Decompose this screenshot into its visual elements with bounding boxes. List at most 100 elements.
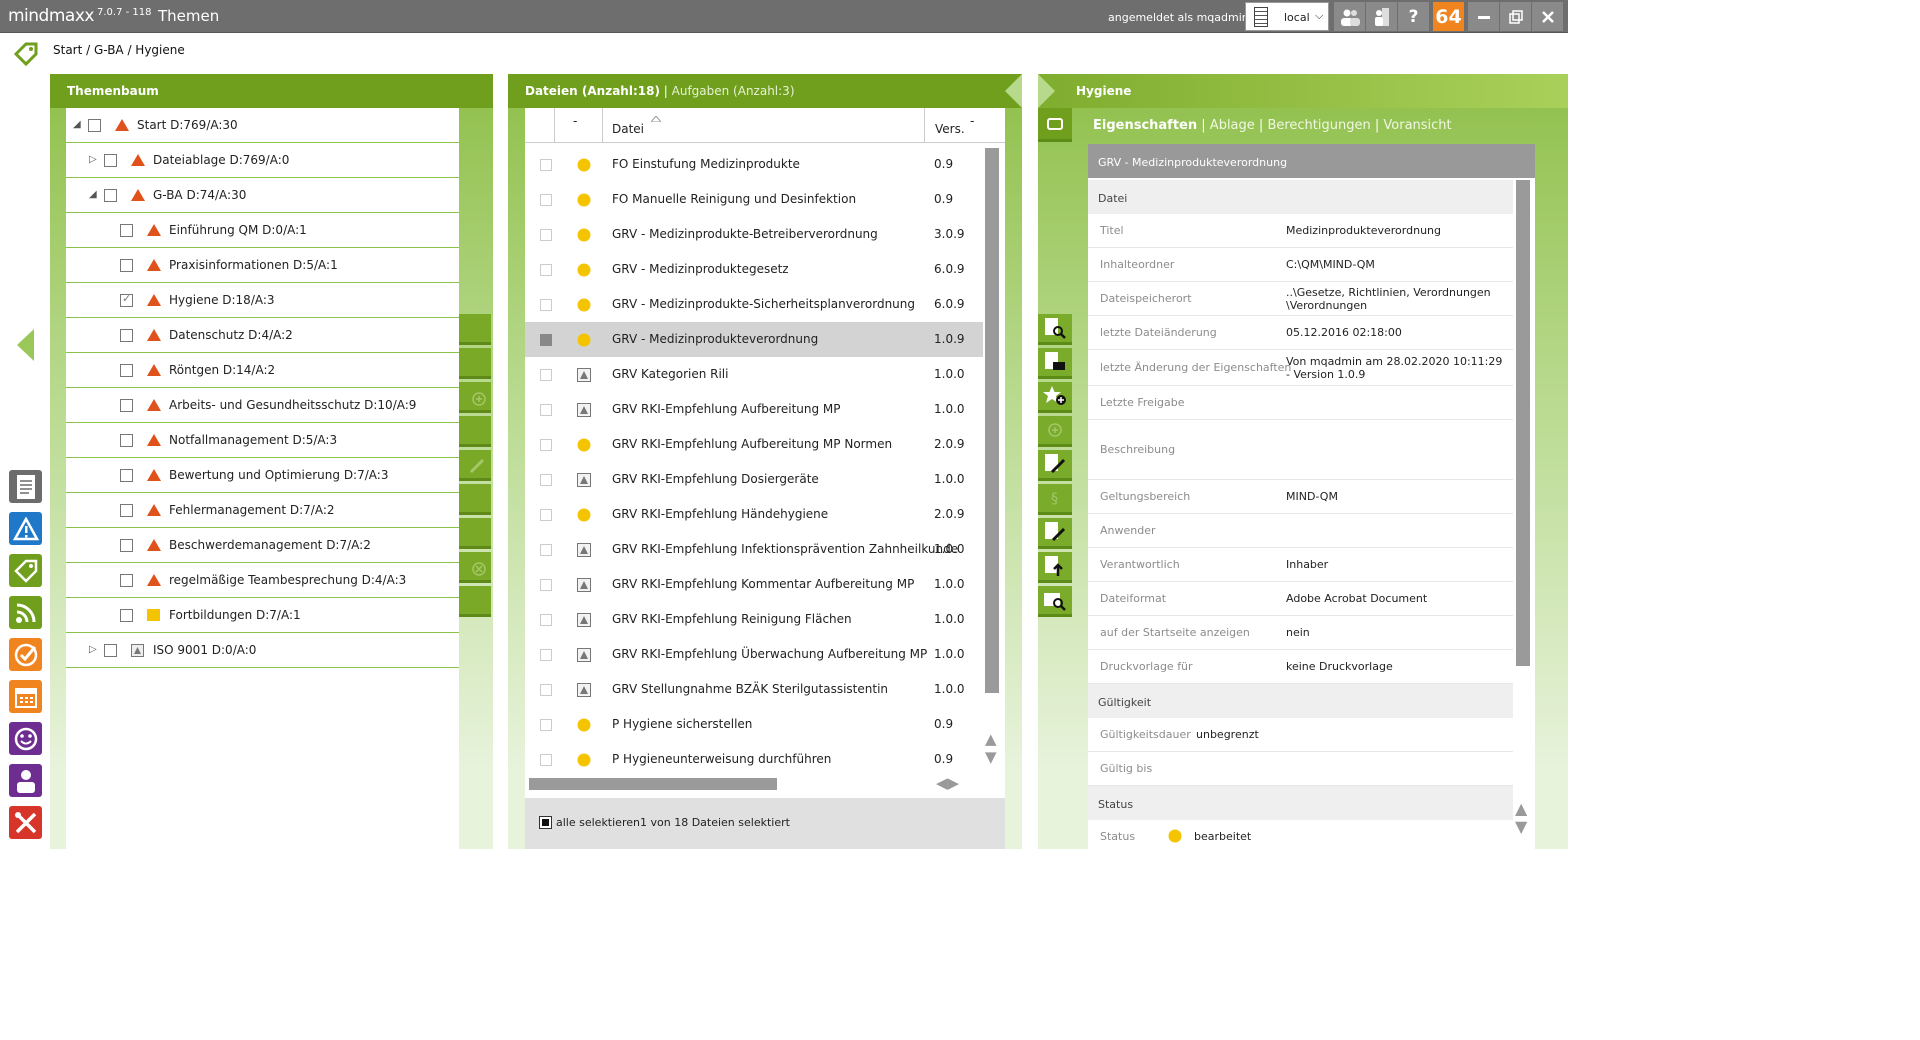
tree-action-2[interactable] <box>459 348 491 379</box>
properties-scroll-arrows-icon[interactable]: ▲ ▼ <box>1515 800 1527 836</box>
scroll-leftright-icon[interactable]: ◀▶ <box>936 774 959 792</box>
file-row-checkbox[interactable] <box>540 544 552 556</box>
documents-nav-button[interactable] <box>9 470 42 503</box>
tree-node[interactable]: Fehlermanagement D:7/A:2 <box>66 493 459 528</box>
properties-scrollbar[interactable] <box>1516 180 1530 666</box>
file-row-checkbox[interactable] <box>540 649 552 661</box>
tree-node-checkbox[interactable] <box>120 609 133 622</box>
topics-nav-button[interactable] <box>9 554 42 587</box>
tree-node[interactable]: ◢ Start D:769/A:30 <box>66 108 459 143</box>
users-button[interactable] <box>1334 2 1365 31</box>
collapse-arrow-icon[interactable] <box>17 329 34 361</box>
file-row[interactable]: P Hygiene sicherstellen 0.9 <box>525 707 983 742</box>
file-row-checkbox[interactable] <box>540 159 552 171</box>
tree-node[interactable]: Röntgen D:14/A:2 <box>66 353 459 388</box>
restore-button[interactable] <box>1500 2 1531 31</box>
tree-edit-button[interactable] <box>459 450 491 481</box>
file-row-checkbox[interactable] <box>540 229 552 241</box>
file-row-checkbox[interactable] <box>540 719 552 731</box>
notification-badge[interactable]: 64 <box>1433 2 1464 31</box>
tree-node[interactable]: Praxisinformationen D:5/A:1 <box>66 248 459 283</box>
file-row[interactable]: GRV RKI-Empfehlung Reinigung Flächen 1.0… <box>525 602 983 637</box>
tree-node-checkbox[interactable] <box>104 189 117 202</box>
scroll-updown-icon[interactable]: ▲ ▼ <box>985 730 997 766</box>
tree-node[interactable]: Hygiene D:18/A:3 <box>66 283 459 318</box>
tab-tasks[interactable]: Aufgaben (Anzahl:3) <box>672 84 795 98</box>
close-button[interactable] <box>1532 2 1563 31</box>
file-row[interactable]: GRV RKI-Empfehlung Händehygiene 2.0.9 <box>525 497 983 532</box>
warnings-nav-button[interactable] <box>9 512 42 545</box>
file-row[interactable]: GRV RKI-Empfehlung Dosiergeräte 1.0.0 <box>525 462 983 497</box>
tree-node[interactable]: ▷ ISO 9001 D:0/A:0 <box>66 633 459 668</box>
file-row[interactable]: GRV - Medizinprodukte-Sicherheitsplanver… <box>525 287 983 322</box>
file-row[interactable]: P Hygieneunterweisung durchführen 0.9 <box>525 742 983 777</box>
tree-node[interactable]: Datenschutz D:4/A:2 <box>66 318 459 353</box>
tab-ablage[interactable]: Ablage <box>1210 118 1255 133</box>
file-row[interactable]: FO Manuelle Reinigung und Desinfektion 0… <box>525 182 983 217</box>
select-all-label[interactable]: alle selektieren <box>556 816 640 829</box>
tree-node[interactable]: Beschwerdemanagement D:7/A:2 <box>66 528 459 563</box>
help-button[interactable]: ? <box>1398 2 1429 31</box>
file-row-checkbox[interactable] <box>540 579 552 591</box>
tree-node-checkbox[interactable] <box>120 259 133 272</box>
collapse-icon[interactable]: ◢ <box>89 189 97 200</box>
file-row-checkbox[interactable] <box>540 474 552 486</box>
file-row[interactable]: GRV Kategorien Rili 1.0.0 <box>525 357 983 392</box>
feedback-nav-button[interactable] <box>9 722 42 755</box>
file-row-checkbox[interactable] <box>540 439 552 451</box>
tree-node[interactable]: ◢ G-BA D:74/A:30 <box>66 178 459 213</box>
tree-node-checkbox[interactable] <box>120 292 133 307</box>
doc-write-button[interactable] <box>1038 518 1072 549</box>
file-row[interactable]: GRV - Medizinproduktegesetz 6.0.9 <box>525 252 983 287</box>
favorite-add-button[interactable] <box>1038 382 1072 413</box>
users-nav-button[interactable] <box>9 764 42 797</box>
file-row-checkbox[interactable] <box>540 264 552 276</box>
tree-node[interactable]: ▷ Dateiablage D:769/A:0 <box>66 143 459 178</box>
tree-node[interactable]: Bewertung und Optimierung D:7/A:3 <box>66 458 459 493</box>
file-row[interactable]: GRV RKI-Empfehlung Kommentar Aufbereitun… <box>525 567 983 602</box>
tree-action-9[interactable] <box>459 586 491 617</box>
folder-search-button[interactable] <box>1038 586 1072 617</box>
tab-files[interactable]: Dateien (Anzahl:18) <box>525 84 660 98</box>
tab-eigenschaften[interactable]: Eigenschaften <box>1093 118 1197 133</box>
tree-action-4[interactable] <box>459 416 491 447</box>
tree-node-checkbox[interactable] <box>120 504 133 517</box>
server-select[interactable]: local ⌵ <box>1245 2 1329 31</box>
feeds-nav-button[interactable] <box>9 596 42 629</box>
detail-toggle-button[interactable] <box>1038 108 1072 142</box>
file-row[interactable]: GRV RKI-Empfehlung Infektionsprävention … <box>525 532 983 567</box>
tree-node[interactable]: Einführung QM D:0/A:1 <box>66 213 459 248</box>
tree-node-checkbox[interactable] <box>120 224 133 237</box>
file-row[interactable]: GRV Stellungnahme BZÄK Sterilgutassisten… <box>525 672 983 707</box>
tree-node-checkbox[interactable] <box>104 154 117 167</box>
file-row-checkbox[interactable] <box>540 334 552 346</box>
file-row[interactable]: GRV - Medizinprodukteverordnung 1.0.9 <box>525 322 983 357</box>
file-row-checkbox[interactable] <box>540 369 552 381</box>
tree-add-button[interactable] <box>459 382 491 413</box>
tree-action-7[interactable] <box>459 518 491 549</box>
file-row-checkbox[interactable] <box>540 509 552 521</box>
file-row-checkbox[interactable] <box>540 404 552 416</box>
tree-node[interactable]: regelmäßige Teambesprechung D:4/A:3 <box>66 563 459 598</box>
doc-search-button[interactable] <box>1038 314 1072 345</box>
tree-delete-button[interactable] <box>459 552 491 583</box>
tree-node-checkbox[interactable] <box>120 364 133 377</box>
file-row-checkbox[interactable] <box>540 754 552 766</box>
user-switch-button[interactable] <box>1366 2 1397 31</box>
file-row-checkbox[interactable] <box>540 299 552 311</box>
file-row-checkbox[interactable] <box>540 684 552 696</box>
tree-node-checkbox[interactable] <box>120 329 133 342</box>
header-name-col[interactable]: Datei <box>603 108 925 143</box>
settings-nav-button[interactable] <box>9 806 42 839</box>
expand-icon[interactable]: ▷ <box>89 644 97 655</box>
vertical-scrollbar[interactable] <box>985 148 999 693</box>
tree-action-6[interactable] <box>459 484 491 515</box>
tasks-nav-button[interactable] <box>9 638 42 671</box>
doc-upload-button[interactable] <box>1038 552 1072 583</box>
file-row[interactable]: GRV - Medizinprodukte-Betreiberverordnun… <box>525 217 983 252</box>
tab-voransicht[interactable]: Voransicht <box>1383 118 1451 133</box>
detail-add-button[interactable] <box>1038 416 1072 447</box>
file-row[interactable]: GRV RKI-Empfehlung Aufbereitung MP 1.0.0 <box>525 392 983 427</box>
expand-icon[interactable]: ▷ <box>89 154 97 165</box>
select-all-checkbox[interactable] <box>539 816 552 829</box>
